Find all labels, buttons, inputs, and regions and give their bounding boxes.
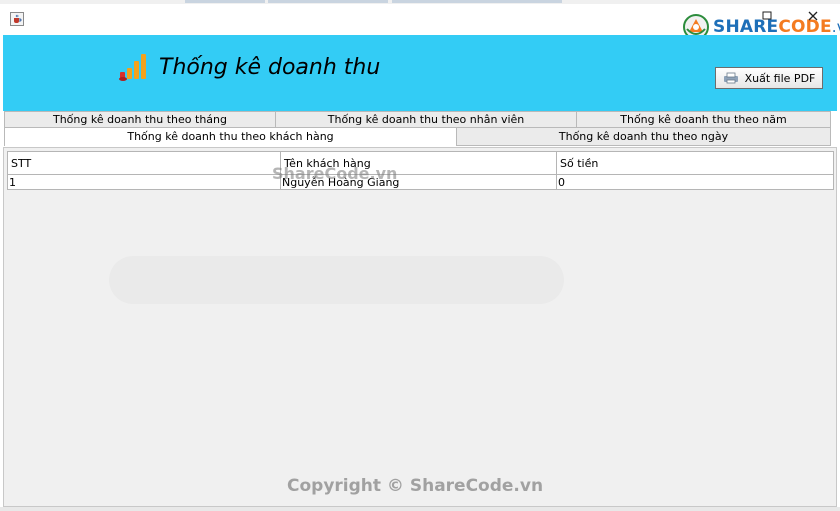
tab-by-day[interactable]: Thống kê doanh thu theo ngày xyxy=(456,127,831,146)
page-title: Thống kê doanh thu xyxy=(159,55,381,80)
background-smudge xyxy=(109,256,564,304)
report-header: Thống kê doanh thu Xuất file PDF xyxy=(3,35,837,111)
java-cup-icon[interactable] xyxy=(10,12,24,26)
export-pdf-button[interactable]: Xuất file PDF xyxy=(715,67,823,89)
tab-content-panel: STT Tên khách hàng Số tiền 1 Nguyễn Hoàn… xyxy=(3,147,837,507)
minimize-icon xyxy=(762,11,772,20)
revenue-table: STT Tên khách hàng Số tiền 1 Nguyễn Hoàn… xyxy=(7,151,834,190)
tab-by-month[interactable]: Thống kê doanh thu theo tháng xyxy=(4,111,276,128)
copyright-watermark: Copyright © ShareCode.vn xyxy=(287,476,544,496)
bottom-strip xyxy=(0,507,840,511)
export-pdf-label: Xuất file PDF xyxy=(744,71,816,85)
sharecode-logo-text: SHARECODE.vn xyxy=(713,17,840,37)
tab-by-customer[interactable]: Thống kê doanh thu theo khách hàng xyxy=(4,127,457,146)
tab-by-employee[interactable]: Thống kê doanh thu theo nhân viên xyxy=(275,111,577,128)
tab-label: Thống kê doanh thu theo khách hàng xyxy=(127,130,334,143)
tab-label: Thống kê doanh thu theo tháng xyxy=(52,113,228,126)
tab-label: Thống kê doanh thu theo ngày xyxy=(558,130,729,143)
tab-label: Thống kê doanh thu theo năm xyxy=(620,113,787,126)
table-row[interactable]: 1 Nguyễn Hoàng Giang 0 xyxy=(7,174,834,190)
watermark-center: ShareCode.vn xyxy=(272,164,398,183)
window-titlebar: SHARECODE.vn xyxy=(0,4,840,40)
bar-chart-icon xyxy=(119,54,146,81)
minimize-button[interactable] xyxy=(760,10,774,24)
close-icon xyxy=(808,11,818,21)
report-tabs: Thống kê doanh thu theo tháng Thống kê d… xyxy=(3,111,837,147)
printer-icon xyxy=(723,72,738,84)
tab-label: Thống kê doanh thu theo nhân viên xyxy=(327,113,525,126)
close-button[interactable] xyxy=(806,10,820,24)
table-header-row: STT Tên khách hàng Số tiền xyxy=(7,151,834,175)
tab-by-year[interactable]: Thống kê doanh thu theo năm xyxy=(576,111,831,128)
cell-amount[interactable]: 0 xyxy=(556,174,834,190)
column-header-amount[interactable]: Số tiền xyxy=(556,151,834,175)
cell-stt[interactable]: 1 xyxy=(7,174,281,190)
column-header-stt[interactable]: STT xyxy=(7,151,281,175)
